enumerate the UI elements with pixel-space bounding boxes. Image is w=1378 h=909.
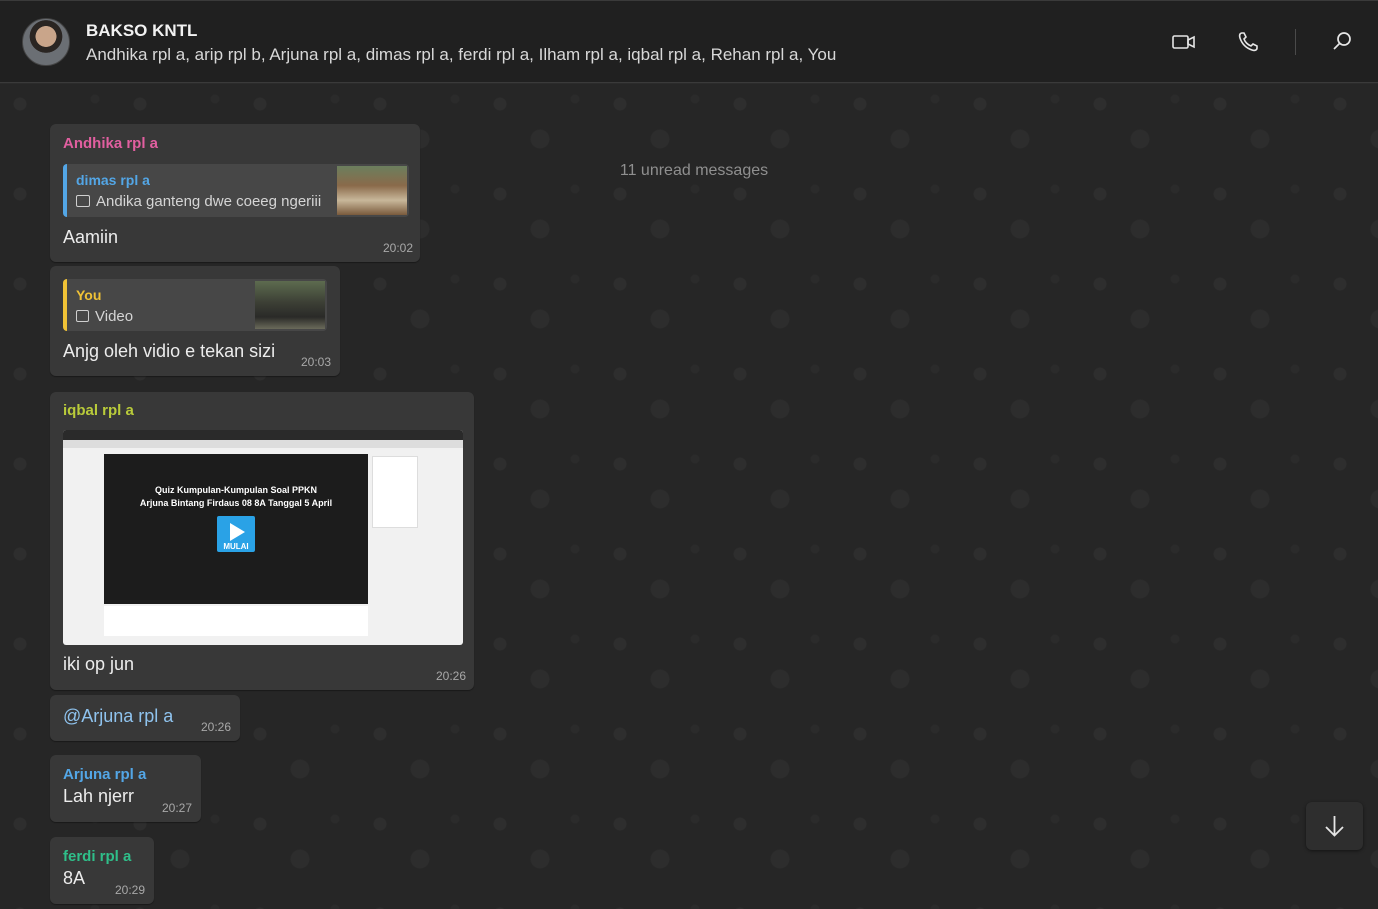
quiz-subtitle-line: Arjuna Bintang Firdaus 08 8A Tanggal 5 A… (139, 498, 333, 508)
message-time: 20:26 (201, 720, 232, 734)
video-icon (76, 310, 89, 322)
arrow-down-icon (1325, 816, 1344, 837)
message-bubble[interactable]: @Arjuna rpl a 20:26 (50, 695, 240, 741)
reply-quote-caption: Andika ganteng dwe coeeg ngeriii (96, 193, 322, 210)
reply-quote-sender: dimas rpl a (76, 172, 150, 188)
screenshot-quiz-title: Quiz Kumpulan-Kumpulan Soal PPKN Arjuna … (104, 484, 368, 510)
screenshot-video-player: Quiz Kumpulan-Kumpulan Soal PPKN Arjuna … (104, 454, 368, 604)
message-sender[interactable]: iqbal rpl a (63, 402, 134, 419)
message-bubble[interactable]: Arjuna rpl a Lah njerr 20:27 (50, 755, 201, 822)
message-sender[interactable]: Andhika rpl a (63, 135, 158, 152)
reply-quote[interactable]: You Video (63, 279, 327, 331)
image-attachment[interactable]: Quiz Kumpulan-Kumpulan Soal PPKN Arjuna … (63, 430, 463, 645)
reply-thumbnail (255, 281, 325, 329)
photo-icon (76, 195, 90, 207)
play-triangle (230, 523, 245, 541)
message-time: 20:03 (301, 355, 332, 369)
voice-call-icon[interactable] (1235, 29, 1261, 55)
message-bubble[interactable]: iqbal rpl a Quiz Kumpulan-Kumpulan Soal … (50, 392, 474, 690)
reply-quote-text: Video (76, 308, 133, 325)
search-icon[interactable] (1330, 29, 1356, 55)
message-bubble[interactable]: Andhika rpl a dimas rpl a Andika ganteng… (50, 124, 420, 262)
reply-quote-sender: You (76, 287, 102, 303)
chat-title[interactable]: BAKSO KNTL (86, 21, 197, 41)
message-text: Aamiin (63, 227, 119, 247)
message-text: iki op jun (63, 654, 135, 674)
reply-thumbnail (337, 166, 407, 215)
mention-link[interactable]: @Arjuna rpl a (63, 706, 173, 727)
scroll-to-bottom-button[interactable] (1306, 802, 1363, 850)
message-text: Anjg oleh vidio e tekan sizi (63, 341, 276, 361)
message-sender[interactable]: ferdi rpl a (63, 848, 131, 865)
screenshot-caption-area (104, 606, 368, 636)
screenshot-address-bar (63, 440, 463, 448)
header-divider (1295, 29, 1296, 55)
message-bubble[interactable]: You Video Anjg oleh vidio e tekan sizi 2… (50, 266, 340, 376)
chat-header: BAKSO KNTL Andhika rpl a, arip rpl b, Ar… (0, 0, 1378, 83)
play-icon: MULAI (217, 516, 255, 552)
play-label: MULAI (223, 542, 249, 551)
reply-quote-bar (63, 279, 67, 331)
reply-quote[interactable]: dimas rpl a Andika ganteng dwe coeeg nge… (63, 164, 409, 217)
screenshot-sidebar (372, 456, 418, 528)
message-text: 8A (63, 868, 86, 888)
message-time: 20:02 (383, 241, 414, 255)
quiz-title-line: Quiz Kumpulan-Kumpulan Soal PPKN (154, 485, 317, 495)
message-time: 20:26 (436, 669, 467, 683)
reply-quote-bar (63, 164, 67, 217)
reply-quote-text: Andika ganteng dwe coeeg ngeriii (76, 193, 321, 210)
message-sender[interactable]: Arjuna rpl a (63, 766, 146, 783)
screenshot-browser-tabs (63, 430, 463, 440)
message-text: Lah njerr (63, 786, 135, 806)
message-time: 20:29 (115, 883, 146, 897)
chat-members-list[interactable]: Andhika rpl a, arip rpl b, Arjuna rpl a,… (86, 45, 836, 65)
message-time: 20:27 (162, 801, 193, 815)
message-bubble[interactable]: ferdi rpl a 8A 20:29 (50, 837, 154, 904)
video-call-icon[interactable] (1171, 29, 1197, 55)
group-avatar[interactable] (22, 18, 70, 66)
chat-area[interactable]: 11 unread messages Andhika rpl a dimas r… (0, 84, 1378, 909)
reply-quote-caption: Video (95, 308, 134, 325)
